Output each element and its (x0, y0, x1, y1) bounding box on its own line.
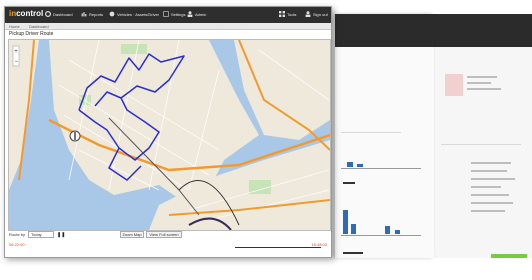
nav-settings[interactable]: Settings (163, 11, 185, 17)
chart-bar (347, 162, 353, 167)
route-by-label: Route by (9, 232, 26, 237)
nav-admin[interactable]: Admin (187, 11, 206, 17)
vehicle-icon (109, 11, 115, 17)
text-line (467, 82, 491, 84)
grid-icon (279, 11, 285, 17)
view-fullscreen-button[interactable]: View Full screen (146, 231, 182, 238)
axis-line (341, 168, 421, 169)
text-line (467, 76, 497, 78)
text-line (471, 186, 501, 188)
gear-icon (45, 11, 51, 17)
zoom-control[interactable]: + − (12, 45, 20, 67)
breadcrumb-dashboard[interactable]: Dashboard (29, 24, 49, 29)
action-button[interactable] (491, 254, 527, 258)
user-icon (187, 11, 193, 17)
text-line (467, 88, 501, 90)
axis-line (341, 235, 421, 236)
text-line (471, 178, 515, 180)
divider (441, 144, 521, 145)
zoom-map-button[interactable]: Zoom Map (120, 231, 144, 238)
main-window: incontrol Dashboard Reports Vehicles · A… (4, 6, 332, 258)
timeline[interactable]: 06:22:00 16:48:00 (5, 241, 331, 251)
breadcrumb: Home Dashboard (5, 23, 331, 30)
timeline-track[interactable] (235, 247, 321, 248)
timeline-end: 16:48:00 (311, 242, 327, 247)
text-line (343, 182, 355, 184)
pause-icon[interactable]: ❚❚ (57, 232, 65, 238)
nav-reports[interactable]: Reports (81, 11, 103, 17)
map-controls: Route by Today ❚❚ Zoom Map View Full scr… (5, 230, 331, 240)
nav-tools[interactable]: Tools (279, 11, 296, 17)
user-icon (305, 11, 311, 17)
text-line (471, 162, 511, 164)
background-window-middle (334, 14, 434, 258)
nav-signout[interactable]: Sign out (305, 11, 328, 17)
text-line (471, 210, 505, 212)
chart-bar (385, 226, 390, 234)
map-canvas[interactable]: + − (9, 40, 330, 230)
background-window-right (430, 14, 532, 258)
divider (341, 132, 401, 133)
text-line (343, 252, 363, 254)
settings-icon (163, 11, 169, 17)
breadcrumb-home[interactable]: Home (9, 24, 20, 29)
page-title: Pickup Driver Route (9, 31, 54, 37)
svg-text:+: + (14, 49, 18, 55)
svg-text:−: − (15, 59, 19, 65)
top-navigation-bar: incontrol Dashboard Reports Vehicles · A… (5, 7, 331, 23)
chart-bar (395, 230, 400, 234)
chart-bar (357, 164, 363, 167)
text-line (471, 170, 507, 172)
chart-bar (343, 210, 348, 234)
route-marker-icon[interactable] (69, 130, 81, 142)
nav-dashboard[interactable]: Dashboard (45, 11, 73, 17)
window-header (431, 14, 532, 47)
route-map[interactable]: + − (8, 39, 331, 231)
nav-vehicles[interactable]: Vehicles · Assets/Driver (109, 11, 159, 17)
window-header (335, 14, 434, 47)
highlight-block (445, 74, 463, 96)
date-select[interactable]: Today (28, 231, 54, 238)
chart-icon (81, 11, 87, 17)
text-line (471, 202, 513, 204)
chart-bar (351, 224, 356, 234)
timeline-start: 06:22:00 (9, 242, 25, 247)
text-line (471, 194, 509, 196)
park-area (121, 44, 147, 54)
app-logo: incontrol (9, 9, 44, 18)
